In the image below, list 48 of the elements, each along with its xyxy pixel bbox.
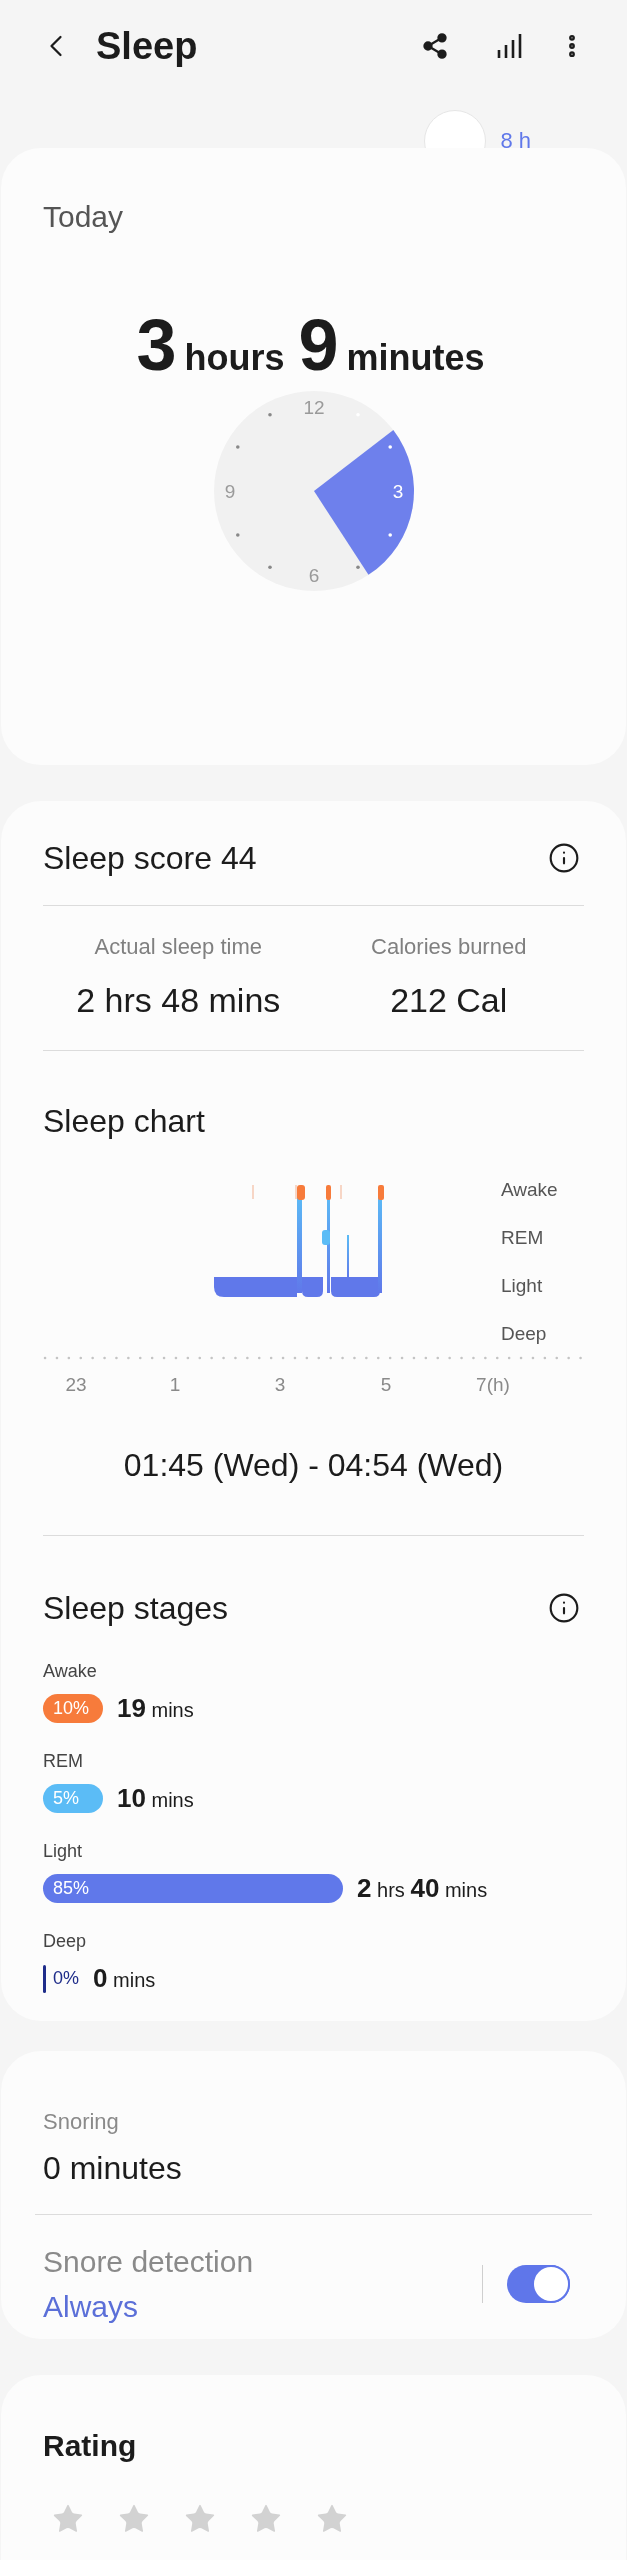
clock-label: 9 [224, 481, 235, 502]
stat-value: 2 hrs 48 mins [76, 980, 281, 1021]
stage-duration: 19 mins [117, 1692, 194, 1725]
stage-duration: 0 mins [93, 1962, 156, 1995]
duration-number: 3 [136, 305, 177, 385]
clock-label: 6 [308, 565, 319, 586]
stage-name: Deep [43, 1930, 88, 1953]
time-axis-label: 1 [169, 1373, 181, 1397]
stage-name: Awake [43, 1660, 98, 1683]
setting-value: Always [43, 2289, 140, 2325]
stage-axis-label: Deep [501, 1322, 548, 1346]
rating-title: Rating [43, 2428, 138, 2464]
time-range: 01:45 (Wed) - 04:54 (Wed) [123, 1446, 504, 1485]
page-title: Sleep [96, 23, 198, 69]
snoring-label: Snoring [43, 2108, 120, 2136]
duration-unit: hours [184, 336, 285, 380]
duration-unit: minutes [346, 336, 485, 380]
stage-axis-label: Light [501, 1274, 544, 1298]
stage-axis-label: Awake [501, 1178, 558, 1202]
stage-name: Light [43, 1840, 84, 1863]
section-title: Today [43, 199, 125, 235]
time-axis-label: 23 [65, 1373, 87, 1397]
clock-label: 3 [392, 481, 403, 502]
section-title: Sleep stages [43, 1589, 228, 1628]
time-axis-label: 7(h) [476, 1373, 510, 1397]
stage-name: REM [43, 1750, 84, 1773]
section-title: Sleep chart [43, 1102, 206, 1141]
duration-number: 9 [298, 305, 339, 385]
info-icon[interactable] [548, 842, 580, 874]
stage-duration: 10 mins [117, 1782, 194, 1815]
toggle-switch[interactable] [507, 2265, 570, 2303]
time-axis-label: 5 [380, 1373, 392, 1397]
goal-label: 8 h [500, 127, 531, 148]
stat-label: Actual sleep time [94, 933, 262, 961]
stage-duration: 2 hrs 40 mins [357, 1872, 488, 1905]
time-axis-label: 3 [274, 1373, 286, 1397]
sleep-score: Sleep score 44 [43, 839, 257, 878]
snoring-value: 0 minutes [43, 2149, 183, 2188]
stat-value: 212 Cal [390, 980, 508, 1021]
stage-bar: 5% [43, 1784, 103, 1813]
clock-label: 12 [302, 397, 325, 418]
info-icon[interactable] [548, 1592, 580, 1624]
stage-bar: 85% [43, 1874, 344, 1903]
stat-label: Calories burned [371, 933, 527, 961]
stage-bar: 10% [43, 1694, 103, 1723]
stage-percent: 0% [53, 1967, 79, 1990]
setting-label: Snore detection [43, 2244, 255, 2280]
stage-axis-label: REM [501, 1226, 545, 1250]
